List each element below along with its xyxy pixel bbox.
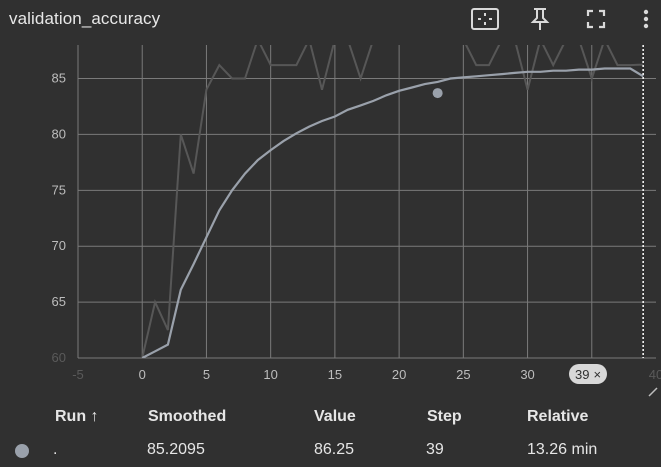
step-badge-label: 39 (575, 366, 590, 382)
x-tick-label: 10 (263, 367, 277, 382)
x-tick-label: -5 (72, 367, 84, 382)
header-run[interactable]: Run ↑ (55, 408, 99, 426)
y-tick-label: 70 (52, 238, 66, 253)
cell-run: . (53, 441, 58, 458)
x-tick-label: 25 (456, 367, 470, 382)
close-icon[interactable]: × (593, 367, 601, 382)
x-tick-label: 0 (139, 367, 146, 382)
chart-grid (77, 45, 656, 359)
step-badge[interactable]: 39 × (569, 364, 608, 384)
more-vert-icon[interactable] (636, 5, 656, 33)
y-tick-label: 65 (52, 294, 66, 309)
header-step[interactable]: Step (427, 408, 462, 426)
smoothed-series (141, 67, 644, 358)
header-relative[interactable]: Relative (527, 408, 588, 426)
raw-series (141, 45, 644, 358)
x-tick-label: 15 (328, 367, 342, 382)
x-tick-label: 20 (392, 367, 406, 382)
line-chart[interactable]: 606570758085 -50510152025303540 (0, 40, 661, 385)
y-tick-label: 75 (52, 182, 66, 197)
fit-domain-icon[interactable] (470, 5, 500, 33)
cell-value: 86.25 (314, 441, 355, 458)
chart-title: validation_accuracy (9, 9, 161, 28)
cell-smoothed: 85.2095 (147, 441, 205, 458)
x-tick-label: 5 (203, 367, 210, 382)
cell-step: 39 (426, 441, 444, 458)
x-tick-label: 30 (520, 367, 534, 382)
run-color-swatch (15, 444, 29, 458)
header-smoothed[interactable]: Smoothed (148, 408, 226, 426)
resize-handle-icon[interactable] (648, 387, 658, 397)
x-tick-label: 40 (649, 367, 661, 382)
smoothed-series-line (141, 67, 644, 358)
cell-relative: 13.26 min (527, 441, 598, 458)
header-value[interactable]: Value (314, 408, 356, 426)
y-tick-label: 60 (52, 350, 66, 365)
y-axis-labels: 60 65 70 75 80 85 (52, 71, 66, 365)
hover-point (432, 88, 443, 99)
fullscreen-icon[interactable] (581, 5, 611, 33)
y-tick-label: 85 (52, 71, 66, 86)
raw-series-line (141, 45, 644, 358)
y-tick-label: 80 (52, 126, 66, 141)
pin-icon[interactable] (525, 5, 555, 33)
